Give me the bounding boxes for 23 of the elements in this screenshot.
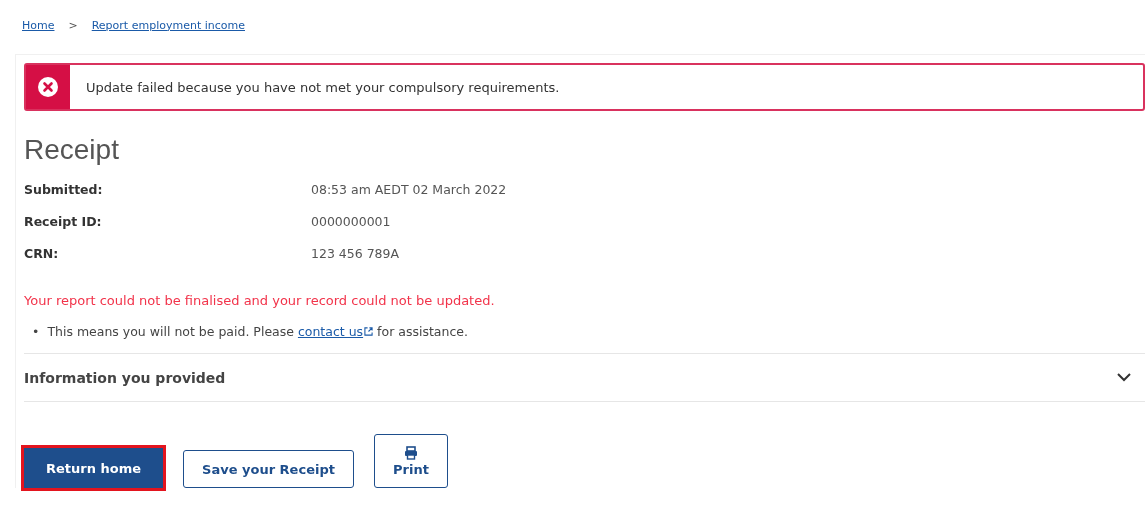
error-icon [38, 77, 58, 97]
breadcrumb-link[interactable]: Report employment income [91, 18, 245, 32]
accordion-header[interactable]: Information you provided [24, 353, 1145, 402]
alert-message: Update failed because you have not met your compulsory requirements. [85, 78, 560, 97]
save-receipt-button[interactable]: Save your Receipt [183, 450, 354, 488]
bullet-marker: • [32, 324, 40, 339]
detail-label: Submitted: [24, 181, 104, 197]
breadcrumb-separator: > [68, 18, 78, 32]
printer-icon [403, 445, 418, 460]
detail-value: 08:53 am AEDT 02 March 2022 [311, 181, 508, 197]
breadcrumb-link[interactable]: Home [22, 18, 55, 32]
accordion-label: Information you provided [24, 369, 226, 386]
detail-label: CRN: [24, 245, 60, 261]
detail-value: 123 456 789A [311, 245, 401, 261]
detail-label: Receipt ID: [24, 213, 103, 229]
detail-value: 0000000001 [311, 213, 392, 229]
page-title: Receipt [24, 133, 120, 167]
contact-link[interactable]: contact us [297, 324, 374, 339]
external-link-icon [364, 327, 374, 336]
print-button[interactable]: Print [373, 434, 448, 488]
return-home-button[interactable]: Return home [24, 448, 164, 488]
error-message: Your report could not be finalised and your record could not be updated. [24, 293, 496, 308]
bullet-text: This means you will not be paid. Please contact us for assistance. [47, 324, 468, 339]
